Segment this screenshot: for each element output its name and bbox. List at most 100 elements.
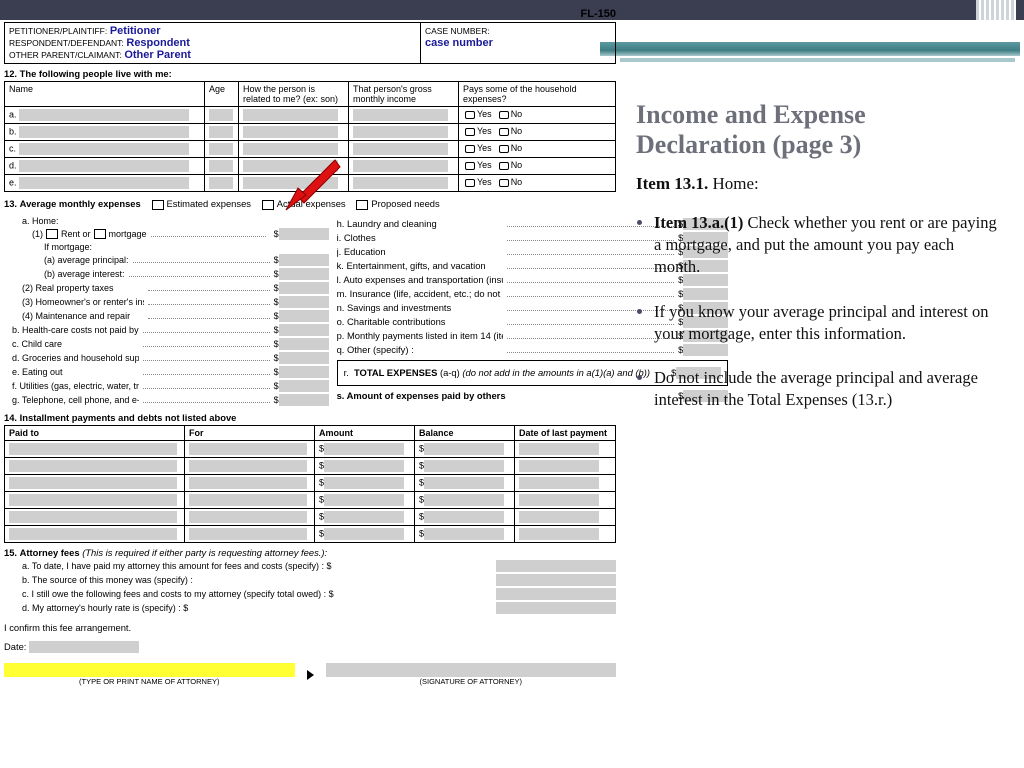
case-number-value: case number xyxy=(425,37,611,49)
q12-col-name: Name xyxy=(5,82,205,107)
prop-checkbox[interactable] xyxy=(356,200,368,210)
form-fl150: FL-150 PETITIONER/PLAINTIFF: Petitioner … xyxy=(4,22,616,686)
window-top-bar xyxy=(0,0,1024,20)
triangle-icon xyxy=(307,670,314,680)
exp-amount[interactable] xyxy=(279,310,329,322)
q14-c4: Balance xyxy=(415,425,515,440)
exp-label: j. Education xyxy=(337,246,504,257)
no-checkbox[interactable] xyxy=(499,162,509,170)
yes-checkbox[interactable] xyxy=(465,111,475,119)
panel-lead: Item 13.1. Home: xyxy=(636,174,1004,194)
q15-line: b. The source of this money was (specify… xyxy=(22,575,496,585)
sig1-label: (TYPE OR PRINT NAME OF ATTORNEY) xyxy=(4,677,295,686)
exp-label: p. Monthly payments listed in item 14 (i… xyxy=(337,330,504,341)
exp-amount[interactable] xyxy=(279,282,329,294)
q13a1-amount[interactable] xyxy=(279,228,329,240)
other-parent-value: Other Parent xyxy=(124,49,191,61)
exp-label: h. Laundry and cleaning xyxy=(337,218,504,229)
exp-label: o. Charitable contributions xyxy=(337,316,504,327)
accent-bar-shadow xyxy=(620,58,1015,62)
principal-amt[interactable] xyxy=(279,254,329,266)
q15-line: a. To date, I have paid my attorney this… xyxy=(22,561,496,571)
no-checkbox[interactable] xyxy=(499,145,509,153)
q12-row: e. xyxy=(5,175,205,192)
q15-line: d. My attorney's hourly rate is (specify… xyxy=(22,603,496,613)
exp-amount[interactable] xyxy=(279,380,329,392)
q14-number: 14. xyxy=(4,412,17,423)
exp-amount[interactable] xyxy=(279,324,329,336)
q12-col-income: That person's gross monthly income xyxy=(349,82,459,107)
exp-label: k. Entertainment, gifts, and vacation xyxy=(337,260,504,271)
q13a1a: (a) average principal: xyxy=(44,255,129,265)
q12-table: Name Age How the person is related to me… xyxy=(4,81,616,192)
exp-label: (2) Real property taxes xyxy=(22,283,144,293)
q13-left: a. Home: (1) Rent or mortgage $ If mortg… xyxy=(4,216,329,408)
exp-amount[interactable] xyxy=(279,296,329,308)
sig2-label: (SIGNATURE OF ATTORNEY) xyxy=(326,677,617,686)
date-label: Date: xyxy=(4,641,26,652)
exp-amount[interactable] xyxy=(279,366,329,378)
q15-number: 15. xyxy=(4,547,17,558)
mortgage-checkbox[interactable] xyxy=(94,229,106,239)
q15-field[interactable] xyxy=(496,602,616,614)
q12-col-relation: How the person is related to me? (ex: so… xyxy=(239,82,349,107)
q15-field[interactable] xyxy=(496,588,616,600)
act-label: Actual expenses xyxy=(277,198,346,209)
q13r: r. TOTAL EXPENSES (a-q) (do not add in t… xyxy=(344,367,650,378)
exp-label: d. Groceries and household supplies xyxy=(12,353,139,363)
respondent-label: RESPONDENT/DEFENDANT: xyxy=(9,37,124,49)
q13-columns: a. Home: (1) Rent or mortgage $ If mortg… xyxy=(4,216,616,408)
accent-bar xyxy=(600,42,1020,56)
form-code: FL-150 xyxy=(581,8,616,20)
exp-amount[interactable] xyxy=(279,352,329,364)
q12-row: a. xyxy=(5,107,205,124)
q14-c3: Amount xyxy=(315,425,415,440)
est-checkbox[interactable] xyxy=(152,200,164,210)
attorney-name-field[interactable] xyxy=(4,663,295,677)
q15-confirm: I confirm this fee arrangement. xyxy=(4,622,616,633)
yes-checkbox[interactable] xyxy=(465,162,475,170)
q13a: a. Home: xyxy=(4,216,329,226)
q15-title: Attorney fees xyxy=(20,547,80,558)
instruction-panel: Income and ExpenseDeclaration (page 3) I… xyxy=(636,100,1004,434)
rent-label: Rent or xyxy=(61,229,91,239)
q12-title: The following people live with me: xyxy=(20,68,172,79)
q14-c2: For xyxy=(185,425,315,440)
exp-amount[interactable] xyxy=(279,338,329,350)
interest-amt[interactable] xyxy=(279,268,329,280)
exp-label: n. Savings and investments xyxy=(337,302,504,313)
if-mortgage: If mortgage: xyxy=(4,242,329,252)
petitioner-value: Petitioner xyxy=(110,25,161,37)
q12-col-pays: Pays some of the household expenses? xyxy=(459,82,616,107)
decor-bars xyxy=(976,0,1016,20)
exp-label: b. Health-care costs not paid by insuran… xyxy=(12,325,139,335)
other-parent-label: OTHER PARENT/CLAIMANT: xyxy=(9,49,122,61)
panel-title: Income and ExpenseDeclaration (page 3) xyxy=(636,100,1004,160)
exp-label: f. Utilities (gas, electric, water, tras… xyxy=(12,381,139,391)
yes-checkbox[interactable] xyxy=(465,145,475,153)
q13a1: (1) xyxy=(32,229,43,239)
yes-checkbox[interactable] xyxy=(465,179,475,187)
exp-amount[interactable] xyxy=(279,394,329,406)
no-checkbox[interactable] xyxy=(499,128,509,136)
act-checkbox[interactable] xyxy=(262,200,274,210)
exp-label: e. Eating out xyxy=(12,367,139,377)
q13-title: Average monthly expenses xyxy=(20,198,141,209)
q15-field[interactable] xyxy=(496,574,616,586)
no-checkbox[interactable] xyxy=(499,179,509,187)
exp-label: l. Auto expenses and transportation (ins… xyxy=(337,274,504,285)
rent-checkbox[interactable] xyxy=(46,229,58,239)
q14-table: Paid to For Amount Balance Date of last … xyxy=(4,425,616,543)
q12-number: 12. xyxy=(4,68,17,79)
no-checkbox[interactable] xyxy=(499,111,509,119)
exp-label: m. Insurance (life, accident, etc.; do n… xyxy=(337,288,504,299)
attorney-sig-field[interactable] xyxy=(326,663,617,677)
q12-row: d. xyxy=(5,158,205,175)
q15-field[interactable] xyxy=(496,560,616,572)
case-number-label: CASE NUMBER: xyxy=(425,25,490,37)
respondent-value: Respondent xyxy=(126,37,190,49)
yes-checkbox[interactable] xyxy=(465,128,475,136)
date-field[interactable] xyxy=(29,641,139,653)
q12-row: c. xyxy=(5,141,205,158)
q13a1b: (b) average interest: xyxy=(44,269,125,279)
